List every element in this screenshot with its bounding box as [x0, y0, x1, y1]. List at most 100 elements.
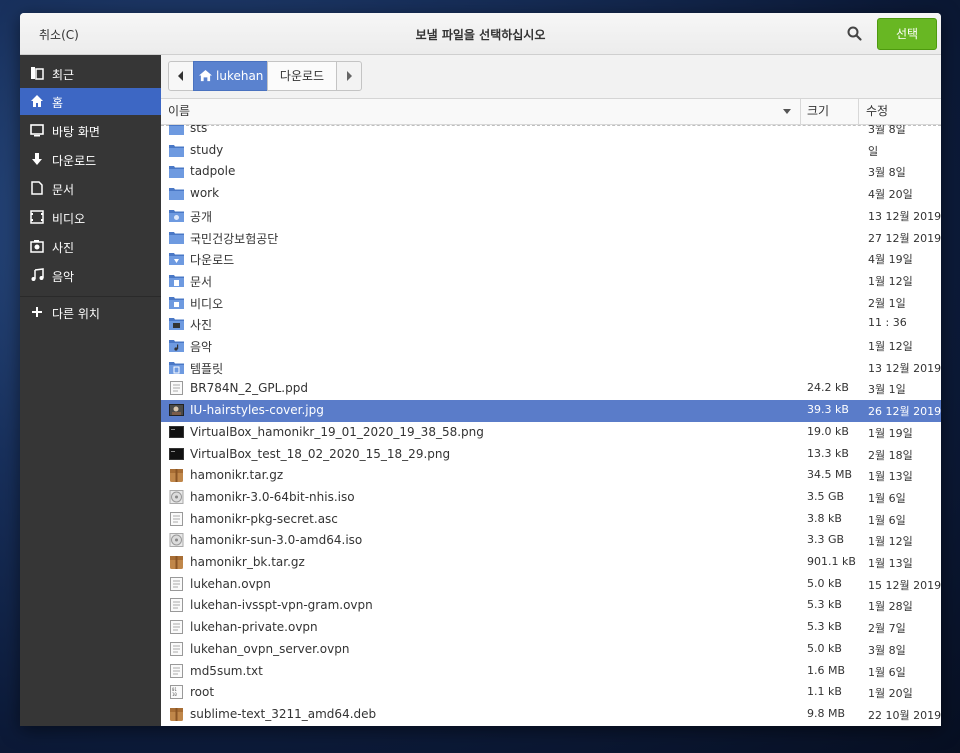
file-modified: 1월 6일 — [868, 491, 906, 505]
file-modified: 15 12월 2019 — [868, 578, 941, 592]
sidebar-item-label: 홈 — [52, 96, 64, 110]
sidebar-item-recent[interactable]: 최근 — [20, 60, 161, 87]
file-row[interactable]: study 일 — [161, 140, 941, 162]
archive-icon — [170, 707, 183, 721]
text-icon — [170, 511, 183, 526]
file-name: hamonikr_bk.tar.gz — [190, 555, 305, 569]
file-row[interactable]: VirtualBox_test_18_02_2020_15_18_29.png 1… — [161, 444, 941, 466]
binary-icon: 0110 — [170, 685, 183, 700]
sidebar-item-label: 바탕 화면 — [52, 125, 100, 139]
file-row[interactable]: 01 10 root 1.1 kB 1월 20일 — [161, 682, 941, 704]
file-name: 비디오 — [190, 296, 224, 311]
file-row[interactable]: hamonikr-3.0-64bit-nhis.iso 3.5 GB 1월 6일 — [161, 487, 941, 509]
file-row[interactable]: 비디오 2월 1일 — [161, 292, 941, 314]
sidebar-item-other-locations[interactable]: 다른 위치 — [20, 299, 161, 326]
folder-public-icon — [169, 209, 184, 222]
file-row[interactable]: 사진 11 : 36 — [161, 313, 941, 335]
file-row[interactable]: hamonikr_bk.tar.gz 901.1 kB 1월 13일 — [161, 552, 941, 574]
file-modified: 일 — [868, 144, 879, 158]
folder-icon — [169, 188, 184, 201]
file-row[interactable]: work 4월 20일 — [161, 183, 941, 205]
file-row[interactable]: IU-hairstyles-cover.jpg 39.3 kB 26 12월 201… — [161, 400, 941, 422]
file-modified: 1월 13일 — [868, 470, 913, 484]
file-modified: 11 : 36 — [868, 316, 907, 330]
archive-icon — [170, 556, 183, 569]
file-name: hamonikr.tar.gz — [190, 468, 284, 483]
sidebar-item-pictures[interactable]: 사진 — [20, 233, 161, 260]
download-icon — [32, 153, 42, 165]
file-name: md5sum.txt — [190, 663, 263, 678]
file-row[interactable]: hamonikr-sun-3.0-amd64.iso 3.3 GB 1월 12일 — [161, 530, 941, 552]
file-row[interactable]: md5sum.txt 1.6 MB 1월 6일 — [161, 661, 941, 683]
file-row[interactable]: 다운로드 4월 19일 — [161, 248, 941, 270]
text-icon — [170, 663, 183, 678]
file-row[interactable]: lukehan-ivsspt-vpn-gram.ovpn 5.3 kB 1월 28일 — [161, 595, 941, 617]
file-row[interactable]: 문서 1월 12일 — [161, 270, 941, 292]
file-row[interactable]: VirtualBox_hamonikr_19_01_2020_19_38_58.… — [161, 422, 941, 444]
file-row[interactable]: BR784N_2_GPL.ppd 24.2 kB 3월 1일 — [161, 378, 941, 400]
file-row[interactable]: tadpole 3월 8일 — [161, 161, 941, 183]
column-modified-header[interactable]: 수정 — [859, 99, 941, 124]
breadcrumb-home[interactable]: lukehan — [193, 61, 268, 91]
file-name: hamonikr-pkg-secret.asc — [190, 511, 338, 526]
column-size-header[interactable]: 크기 — [801, 99, 859, 124]
file-modified: 1월 12일 — [868, 340, 913, 353]
file-row[interactable]: lukehan.ovpn 5.0 kB 15 12월 2019 — [161, 574, 941, 596]
sidebar-item-label: 음악 — [52, 270, 75, 284]
file-name: IU-hairstyles-cover.jpg — [190, 403, 324, 418]
file-modified: 3월 1일 — [868, 383, 906, 397]
sidebar-item-desktop[interactable]: 바탕 화면 — [20, 117, 161, 144]
folder-icon — [169, 166, 184, 179]
sidebar-item-label: 문서 — [52, 183, 75, 197]
chevron-right-icon — [347, 71, 352, 81]
search-button[interactable] — [845, 24, 865, 44]
file-row[interactable]: hamonikr.tar.gz 34.5 MB 1월 13일 — [161, 465, 941, 487]
file-row[interactable]: 음악 1월 12일 — [161, 335, 941, 357]
file-chooser-dialog: 취소(C) 보낼 파일을 선택하십시오 선택 최근 홈 바탕 화면 다운로드 문… — [20, 13, 941, 726]
file-name: sts — [190, 125, 208, 135]
file-modified: 1월 6일 — [868, 665, 906, 679]
text-icon — [170, 576, 183, 591]
file-row[interactable]: sublime-text_3211_amd64.deb 9.8 MB 22 10월 … — [161, 704, 941, 726]
sidebar-item-music[interactable]: 음악 — [20, 262, 161, 289]
path-forward-button[interactable] — [336, 61, 362, 91]
file-modified: 1월 19일 — [868, 426, 913, 440]
file-row[interactable]: lukehan-private.ovpn 5.3 kB 2월 7일 — [161, 617, 941, 639]
sidebar-item-downloads[interactable]: 다운로드 — [20, 146, 161, 173]
sidebar-item-documents[interactable]: 문서 — [20, 175, 161, 202]
file-size: 19.0 kB — [807, 424, 849, 438]
disc-icon — [169, 533, 184, 548]
file-name: hamonikr-sun-3.0-amd64.iso — [190, 533, 363, 548]
pictures-icon — [30, 240, 44, 253]
file-row[interactable]: hamonikr-pkg-secret.asc 3.8 kB 1월 6일 — [161, 509, 941, 531]
file-name: 음악 — [190, 340, 213, 354]
file-modified: 27 12월 2019 — [868, 231, 941, 245]
path-back-button[interactable] — [168, 61, 194, 91]
file-name: BR784N_2_GPL.ppd — [190, 381, 308, 396]
file-list[interactable]: sts 3월 8일 study 일 tadpole 3월 8일 work 4월 20일 공개 13… — [161, 125, 941, 726]
image-dark-icon — [169, 425, 184, 438]
file-row[interactable]: 공개 13 12월 2019 — [161, 205, 941, 227]
sidebar-item-label: 다운로드 — [52, 154, 97, 168]
file-modified: 1월 13일 — [868, 557, 913, 570]
folder-music-icon — [169, 340, 184, 352]
file-row[interactable]: 템플릿 13 12월 2019 — [161, 357, 941, 379]
sidebar-item-label: 최근 — [52, 68, 75, 82]
file-row[interactable]: sts 3월 8일 — [161, 125, 941, 140]
file-size: 3.3 GB — [807, 533, 845, 547]
file-row[interactable]: lukehan_ovpn_server.ovpn 5.0 kB 3월 8일 — [161, 639, 941, 661]
chevron-left-icon — [178, 71, 183, 81]
file-row[interactable]: 국민건강보험공단 27 12월 2019 — [161, 227, 941, 249]
file-name: 국민건강보험공단 — [190, 231, 279, 246]
file-name: sublime-text_3211_amd64.deb — [190, 706, 377, 721]
breadcrumb-downloads[interactable]: 다운로드 — [267, 61, 337, 91]
sidebar-item-label: 비디오 — [52, 212, 86, 226]
select-button[interactable]: 선택 — [877, 18, 937, 50]
sidebar-item-videos[interactable]: 비디오 — [20, 204, 161, 231]
file-modified: 1월 6일 — [868, 513, 906, 527]
sidebar-item-home[interactable]: 홈 — [20, 88, 161, 115]
folder-templates-icon — [169, 361, 184, 374]
file-size: 5.3 kB — [807, 620, 842, 634]
column-name-header[interactable]: 이름 — [161, 99, 801, 124]
plus-icon — [32, 307, 42, 317]
